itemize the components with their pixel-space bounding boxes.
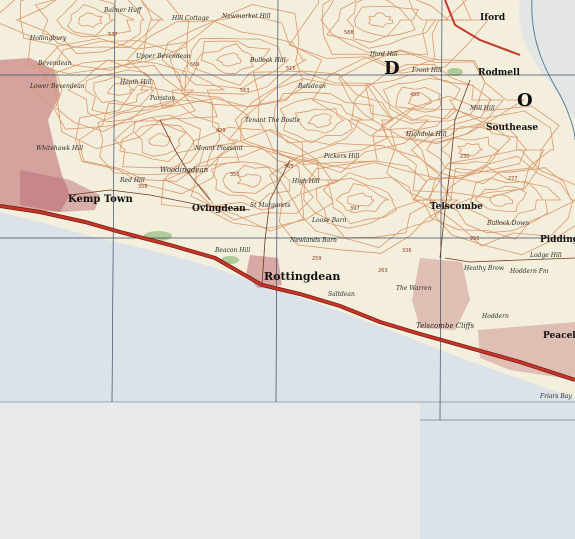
- label-lodge-hill: Lodge Hill: [529, 252, 562, 259]
- label-lower-bevendean: Lower Bevendean: [29, 83, 85, 90]
- spot-height: 588: [344, 30, 354, 36]
- label-high-hill: High Hill: [291, 178, 320, 185]
- label-iford: Iford: [480, 13, 506, 23]
- label-southease: Southease: [486, 123, 538, 133]
- label-mill-hill: Mill Hill: [469, 105, 495, 112]
- label-pickers-hill: Pickers Hill: [323, 153, 359, 160]
- label-woodingdean: Woodingdean: [160, 166, 209, 174]
- label-beacon-hill: Beacon Hill: [214, 247, 250, 254]
- label-kemp-town: Kemp Town: [68, 194, 133, 205]
- label-newlands-barn: Newlands Barn: [289, 237, 337, 244]
- label-whitehawk-hill: Whitehawk Hill: [36, 145, 83, 152]
- spot-height: 537: [108, 32, 118, 38]
- label-loose-barn: Loose Barn: [311, 217, 347, 224]
- spot-height: 263: [378, 268, 388, 274]
- label-hollingbury: Hollingbury: [29, 35, 67, 42]
- label-st-margarets: St Margarets: [250, 202, 290, 209]
- label-bullock-down: Bullock Down: [486, 220, 529, 227]
- label-red-hill: Red Hill: [119, 177, 145, 184]
- label-pariston: Pariston: [149, 95, 175, 102]
- map-letter-o: O: [517, 90, 533, 111]
- label-saltdean: Saltdean: [328, 291, 355, 298]
- label-front-hill: Front Hill: [411, 67, 442, 74]
- label-bullock-hill: Bullock Hill: [249, 57, 286, 64]
- label-the-warren: The Warren: [396, 285, 432, 292]
- label-hoddern-farm: Hoddern Fm: [509, 268, 549, 275]
- spot-height: 429: [216, 128, 226, 134]
- label-telscombe: Telscombe: [430, 202, 483, 212]
- label-balsdean: Balsdean: [297, 83, 326, 90]
- label-hill-cottage: Hill Cottage: [171, 15, 209, 22]
- spot-height: 450: [410, 92, 420, 98]
- spot-height: 569: [190, 62, 200, 68]
- spot-height: 365: [284, 164, 294, 170]
- label-telscombe-cliffs: Telscombe Cliffs: [416, 322, 475, 330]
- label-friars-bay: Friars Bay: [539, 393, 572, 400]
- spot-height: 397: [350, 206, 360, 212]
- label-rodmell: Rodmell: [478, 68, 520, 78]
- spot-height: 259: [312, 256, 322, 262]
- label-highdole-hill: Highdole Hill: [405, 131, 447, 138]
- label-hoddern: Hoddern: [481, 313, 509, 320]
- spot-height: 336: [402, 248, 412, 254]
- label-heathy-brow: Heathy Brow: [463, 265, 505, 272]
- label-peacehaven: Peaceh: [543, 331, 575, 341]
- label-newmarket-hill: Newmarket Hill: [221, 13, 271, 20]
- spot-height: 277: [508, 176, 518, 182]
- label-the-bostle: Tenant The Bostle: [245, 117, 300, 124]
- label-piddinghoe: Piddingho: [540, 235, 575, 245]
- spot-height: 255: [470, 236, 480, 242]
- spot-height: 356: [230, 172, 240, 178]
- spot-height: 563: [240, 88, 250, 94]
- map-letter-d: D: [384, 58, 400, 79]
- label-ovingdean: Ovingdean: [192, 204, 246, 214]
- label-balmer-huff: Balmer Huff: [103, 7, 143, 14]
- label-heath-hill: Heath Hill: [119, 79, 152, 86]
- label-mount-pleasant: Mount Pleasant: [194, 145, 243, 152]
- label-bevendean: Bevendean: [37, 60, 72, 67]
- label-iford-hill: Iford Hill: [369, 51, 398, 58]
- spot-height: 358: [138, 184, 148, 190]
- os-map: Rottingdean Kemp Town Ovingdean Telscomb…: [0, 0, 575, 539]
- spot-height: 515: [286, 66, 296, 72]
- spot-height: 230: [460, 154, 470, 160]
- label-upper-bevendean: Upper Bevendean: [136, 53, 191, 60]
- label-rottingdean: Rottingdean: [264, 270, 340, 283]
- sea-strip-right: [420, 398, 575, 539]
